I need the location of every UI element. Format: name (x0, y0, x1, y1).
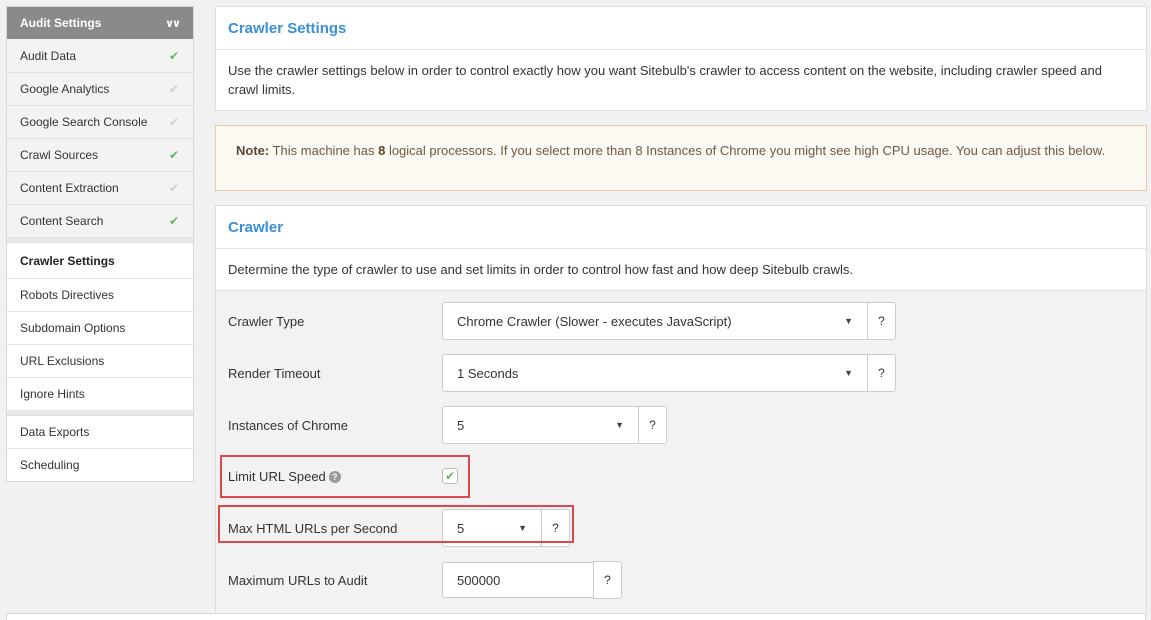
instances-select[interactable]: 5 ▼ (442, 406, 638, 444)
sidebar-item-robots-directives[interactable]: Robots Directives (7, 278, 193, 311)
crawler-settings-panel: Crawler Settings Use the crawler setting… (215, 6, 1147, 111)
max-urls-input[interactable] (442, 562, 593, 598)
checkmark-icon: ✔ (168, 82, 179, 96)
chevron-double-down-icon[interactable]: ∨∨ (165, 17, 181, 30)
instances-label: Instances of Chrome (228, 417, 348, 433)
max-urls-label: Maximum URLs to Audit (228, 572, 368, 588)
crawler-form: Crawler Type Chrome Crawler (Slower - ex… (216, 291, 1146, 613)
sidebar-item-label: Audit Data (20, 48, 77, 63)
sidebar-item-content-extraction[interactable]: Content Extraction ✔ (7, 171, 193, 204)
checkmark-icon: ✔ (168, 148, 179, 162)
sidebar-header-label: Audit Settings (20, 16, 102, 30)
crawler-panel-description: Determine the type of crawler to use and… (216, 249, 1146, 291)
crawler-panel-title: Crawler (216, 206, 1146, 249)
cpu-note: Note: This machine has 8 logical process… (215, 125, 1147, 191)
checkmark-icon: ✔ (168, 115, 179, 129)
sidebar: Audit Settings ∨∨ Audit Data ✔ Google Anal… (6, 6, 194, 482)
panel-title: Crawler Settings (216, 7, 1146, 50)
note-label: Note: (236, 143, 270, 158)
sidebar-item-google-analytics[interactable]: Google Analytics ✔ (7, 72, 193, 105)
sidebar-item-label: Google Search Console (20, 115, 148, 129)
highlight-max-html (218, 505, 574, 543)
caret-down-icon: ▼ (844, 368, 853, 378)
sidebar-item-label: Ignore Hints (20, 387, 85, 401)
caret-down-icon: ▼ (615, 420, 624, 430)
checkmark-icon: ✔ (168, 181, 179, 195)
sidebar-item-label: Content Search (20, 214, 104, 228)
sidebar-item-url-exclusions[interactable]: URL Exclusions (7, 344, 193, 377)
sidebar-item-audit-data[interactable]: Audit Data ✔ (7, 39, 193, 72)
sidebar-item-scheduling[interactable]: Scheduling (7, 448, 193, 481)
highlight-limit-speed (220, 455, 470, 498)
sidebar-item-label: Subdomain Options (20, 321, 126, 335)
crawler-type-value: Chrome Crawler (Slower - executes JavaSc… (457, 313, 732, 329)
main-content: Crawler Settings Use the crawler setting… (215, 6, 1147, 614)
render-timeout-select[interactable]: 1 Seconds ▼ (442, 354, 867, 392)
render-timeout-label: Render Timeout (228, 365, 321, 381)
instances-help-button[interactable]: ? (638, 406, 667, 444)
sidebar-item-label: Data Exports (20, 425, 90, 439)
crawler-type-select[interactable]: Chrome Crawler (Slower - executes JavaSc… (442, 302, 867, 340)
sidebar-header[interactable]: Audit Settings ∨∨ (7, 7, 193, 39)
caret-down-icon: ▼ (844, 316, 853, 326)
crawler-type-label: Crawler Type (228, 313, 305, 329)
max-urls-help-button[interactable]: ? (593, 561, 622, 599)
panel-description: Use the crawler settings below in order … (228, 63, 1102, 97)
sidebar-item-content-search[interactable]: Content Search ✔ (7, 204, 193, 237)
sidebar-item-crawler-settings[interactable]: Crawler Settings (7, 242, 193, 278)
max-urls-row: Maximum URLs to Audit ? (228, 561, 622, 599)
sidebar-item-label: Crawl Sources (20, 148, 99, 162)
instances-row: Instances of Chrome 5 ▼ ? (228, 406, 667, 444)
sidebar-item-ignore-hints[interactable]: Ignore Hints (7, 377, 193, 410)
sidebar-item-label: Robots Directives (20, 288, 115, 302)
sidebar-item-label: URL Exclusions (20, 354, 105, 368)
render-timeout-row: Render Timeout 1 Seconds ▼ ? (228, 354, 896, 392)
sidebar-item-label: Crawler Settings (20, 253, 115, 268)
sidebar-item-subdomain-options[interactable]: Subdomain Options (7, 311, 193, 344)
instances-value: 5 (457, 417, 465, 433)
crawler-panel: Crawler Determine the type of crawler to… (215, 205, 1147, 614)
sidebar-item-label: Scheduling (20, 458, 80, 472)
sidebar-item-label: Google Analytics (20, 82, 110, 96)
render-timeout-value: 1 Seconds (457, 365, 519, 381)
checkmark-icon: ✔ (168, 214, 179, 228)
sidebar-item-google-search-console[interactable]: Google Search Console ✔ (7, 105, 193, 138)
crawler-type-row: Crawler Type Chrome Crawler (Slower - ex… (228, 302, 896, 340)
checkmark-icon: ✔ (168, 48, 179, 63)
render-timeout-help-button[interactable]: ? (867, 354, 896, 392)
bottom-panel-edge (6, 613, 1146, 620)
crawler-type-help-button[interactable]: ? (867, 302, 896, 340)
note-text-1: This machine has (269, 143, 379, 158)
sidebar-item-crawl-sources[interactable]: Crawl Sources ✔ (7, 138, 193, 171)
note-text-2: logical processors. If you select more t… (385, 143, 1106, 158)
sidebar-item-data-exports[interactable]: Data Exports (7, 415, 193, 448)
sidebar-item-label: Content Extraction (20, 181, 119, 195)
